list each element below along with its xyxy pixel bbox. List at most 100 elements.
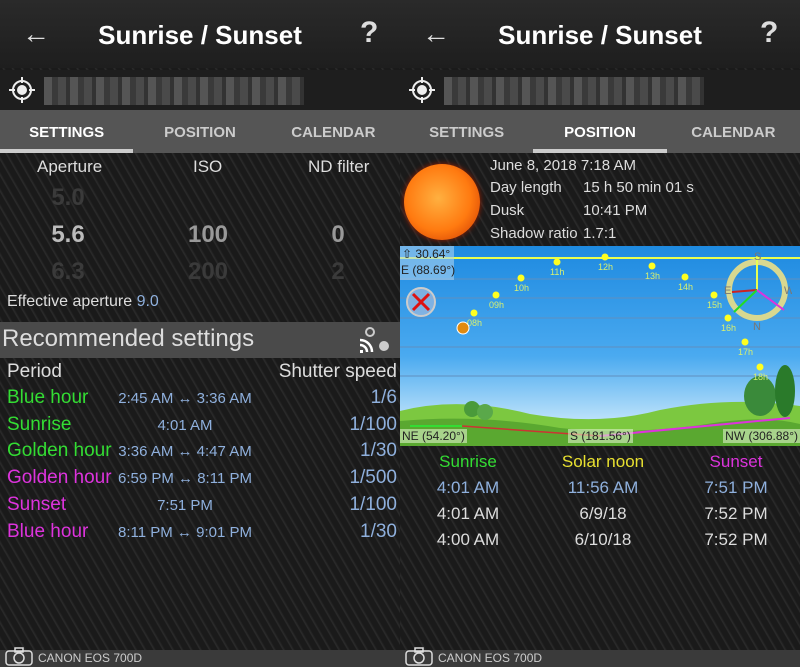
effective-aperture: Effective aperture 9.0 [7, 293, 159, 311]
shadow-ratio-value: 1.7:1 [583, 225, 617, 242]
hour-dot [517, 274, 525, 282]
azimuth: E (88.69°) [401, 263, 456, 277]
period-time: 6:59 PM ↔ 8:11 PM [118, 470, 252, 488]
aperture-value: 5.6 [51, 221, 85, 248]
period-time: 8:11 PM ↔ 9:01 PM [118, 523, 252, 541]
shutter-speed: 1/500 [349, 467, 397, 489]
aperture-prev: 5.0 [51, 184, 85, 211]
sun-time-cell: 7:52 PM [704, 504, 768, 523]
location-name-redacted [444, 77, 704, 105]
shutter-speed: 1/100 [349, 493, 397, 515]
hour-dot [492, 291, 500, 299]
hour-label: 11h [550, 267, 564, 277]
hour-label: 13h [645, 271, 660, 281]
sun-time-cell: 4:01 AM [436, 504, 500, 523]
shutter-speed: 1/30 [360, 440, 397, 462]
period-time: 3:36 AM ↔ 4:47 AM [118, 443, 252, 461]
aperture-next: 6.3 [51, 258, 85, 285]
sun-time-cell: 7:51 PM [704, 478, 768, 497]
compass: S E W N [724, 252, 792, 332]
hour-label: 12h [598, 262, 613, 272]
dusk-value: 10:41 PM [583, 202, 648, 219]
help-button[interactable]: ? [760, 16, 778, 50]
close-ar-icon[interactable] [405, 286, 437, 318]
camera-icon [405, 647, 433, 666]
period-name: Blue hour [7, 520, 89, 542]
datetime[interactable]: June 8, 2018 7:18 AM [490, 157, 636, 174]
hour-dot [710, 291, 718, 299]
nd-value: 0 [331, 221, 345, 248]
hour-dot [681, 273, 689, 281]
sun-path-view[interactable]: 08h 09h 10h 11h 12h 13h 14h 15h 16h 17h 18h ⇧ 30.6… [400, 246, 800, 446]
tab-bar: SETTINGS POSITION CALENDAR [400, 110, 800, 153]
tab-settings[interactable]: SETTINGS [0, 110, 134, 153]
hour-label: 09h [489, 300, 504, 310]
hour-label: 10h [514, 283, 529, 293]
iso-next: 200 [187, 258, 229, 285]
iso-label: ISO [193, 157, 223, 176]
dusk-label: Dusk [490, 202, 525, 219]
shutter-speed: 1/100 [349, 413, 397, 435]
camera-icon [5, 647, 33, 666]
hour-dot [601, 253, 609, 261]
period-time: 7:51 PM [157, 496, 213, 514]
shutter-speed: 1/6 [370, 387, 397, 408]
compass-e: E [724, 285, 731, 297]
sun-time-cell: 6/9/18 [579, 504, 627, 523]
recommended-row: Sunrise 4:01 AM 1/100 [0, 414, 400, 440]
compass-s: S [754, 252, 761, 263]
tab-position[interactable]: POSITION [133, 110, 266, 153]
period-time: 2:45 AM ↔ 3:36 AM [118, 390, 252, 407]
period-name: Blue hour [7, 387, 89, 408]
hour-label: 15h [707, 300, 722, 310]
effective-aperture-value: 9.0 [136, 293, 159, 310]
camera-footer[interactable]: CANON EOS 700D [0, 647, 400, 667]
iso-value: 100 [187, 221, 229, 248]
nd-next: 2 [331, 258, 345, 285]
sun-time-cell: 4:00 AM [436, 530, 500, 549]
recommended-row: Blue hour 2:45 AM ↔ 3:36 AM 1/6 [0, 387, 400, 413]
sun-time-cell: 6/10/18 [574, 530, 632, 549]
location-bar[interactable] [0, 70, 400, 110]
tab-calendar[interactable]: CALENDAR [667, 110, 800, 153]
hour-dot [756, 363, 764, 371]
hour-dot [553, 258, 561, 266]
compass-w: W [784, 285, 792, 297]
tab-position[interactable]: POSITION [533, 110, 667, 153]
compass-n: N [753, 321, 761, 332]
hour-label: 17h [738, 347, 753, 357]
sun-time-cell: 11:56 AM [567, 478, 639, 497]
hour-dot [648, 262, 656, 270]
elevation: ⇧ 30.64° [402, 247, 451, 261]
period-name: Golden hour [7, 467, 112, 489]
sun-image [404, 164, 480, 240]
sun-time-cell: 4:01 AM [436, 478, 500, 497]
location-name-redacted [44, 77, 304, 105]
bearing-rise: NE (54.20°) [400, 429, 467, 443]
shadow-ratio-label: Shadow ratio [490, 225, 578, 242]
hour-label: 14h [678, 282, 693, 292]
day-length-value: 15 h 50 min 01 s [583, 179, 694, 196]
hour-dot [741, 338, 749, 346]
recommended-row: Golden hour 6:59 PM ↔ 8:11 PM 1/500 [0, 467, 400, 493]
tab-calendar[interactable]: CALENDAR [267, 110, 400, 153]
sun-time-cell: 7:52 PM [704, 530, 768, 549]
camera-model: CANON EOS 700D [438, 651, 543, 665]
tab-settings[interactable]: SETTINGS [400, 110, 533, 153]
page-title: Sunrise / Sunset [498, 20, 702, 50]
tab-bar: SETTINGS POSITION CALENDAR [0, 110, 400, 153]
help-button[interactable]: ? [360, 16, 378, 50]
location-bar[interactable] [400, 70, 800, 110]
settings-panel: ← Sunrise / Sunset ? SETTINGS POSITION C… [0, 0, 400, 667]
camera-footer[interactable]: CANON EOS 700D [400, 647, 800, 667]
page-title: Sunrise / Sunset [98, 20, 302, 50]
crosshair-icon [409, 77, 435, 103]
current-sun-marker [456, 321, 470, 335]
solar-noon-header: Solar noon [561, 452, 645, 471]
wireless-shutter-icon[interactable] [358, 326, 392, 356]
recommended-settings-title: Recommended settings [2, 325, 255, 352]
period-header: Period [7, 361, 62, 382]
period-name: Golden hour [7, 440, 112, 462]
position-panel: ← Sunrise / Sunset ? SETTINGS POSITION C… [400, 0, 800, 667]
hour-dot [470, 309, 478, 317]
